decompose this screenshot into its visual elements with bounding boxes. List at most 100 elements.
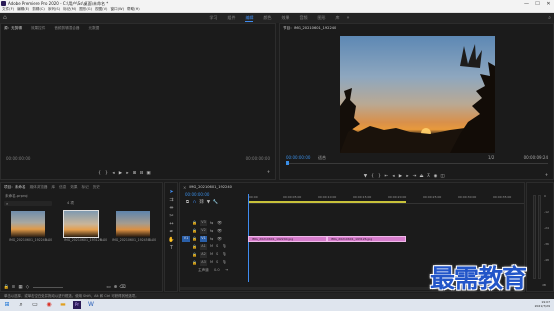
add-button-icon[interactable]: + [543, 172, 550, 179]
trash-icon[interactable]: ⌫ [119, 284, 126, 291]
workspace-audio[interactable]: 音频 [299, 15, 307, 21]
program-scrub-bar[interactable] [286, 163, 548, 164]
workspace-editing[interactable]: 编辑 [245, 15, 254, 22]
eye-icon[interactable]: 👁 [217, 236, 222, 241]
project-search-input[interactable] [4, 201, 52, 206]
file-explorer-icon[interactable]: ▬ [59, 301, 67, 309]
settings-wrench-icon[interactable]: 🔧 [212, 199, 219, 206]
insert-icon[interactable]: ⊞ [131, 170, 138, 177]
add-button-icon[interactable]: + [265, 169, 272, 176]
track-label[interactable]: V3 [200, 220, 207, 226]
ripple-edit-tool-icon[interactable]: ⇹ [167, 205, 176, 212]
mark-out-icon[interactable]: } [376, 173, 383, 180]
track-lock-icon[interactable]: 🔒 [192, 252, 197, 257]
chrome-icon[interactable]: ◉ [45, 301, 53, 309]
mark-in-icon[interactable]: { [96, 170, 103, 177]
maximize-button[interactable]: ☐ [532, 0, 543, 7]
go-to-end-icon[interactable]: ⇥ [225, 268, 228, 272]
sync-lock-icon[interactable]: ⇆ [210, 236, 213, 241]
workspace-assembly[interactable]: 组件 [227, 15, 235, 21]
master-volume-value[interactable]: 0.0 [214, 268, 220, 272]
tab-info[interactable]: 信息 [59, 185, 66, 190]
tab-project[interactable]: 项目：未命名 [4, 185, 26, 190]
step-back-icon[interactable]: ◂ [390, 173, 397, 180]
search-icon[interactable]: ⌕ [17, 301, 25, 309]
tab-effect-controls[interactable]: 效果控件 [31, 26, 45, 31]
play-icon[interactable]: ▶ [117, 170, 124, 177]
menu-clip[interactable]: 剪辑(C) [32, 7, 45, 12]
go-to-out-icon[interactable]: ⇥ [411, 173, 418, 180]
step-forward-icon[interactable]: ▸ [404, 173, 411, 180]
solo-button[interactable]: S [216, 260, 218, 264]
timeline-clip[interactable]: IMG_20210601_193126.jpg [327, 236, 406, 242]
zoom-slider[interactable] [33, 286, 63, 288]
source-patch[interactable]: V1 [182, 236, 190, 242]
razor-tool-icon[interactable]: ✂ [167, 213, 176, 220]
extract-icon[interactable]: ⊼ [425, 173, 432, 180]
freeform-view-icon[interactable]: ◇ [24, 284, 31, 291]
workspace-learn[interactable]: 学习 [209, 15, 217, 21]
media-thumbnail[interactable] [11, 211, 45, 237]
snap-icon[interactable]: ∩ [191, 199, 198, 206]
close-tab-icon[interactable]: × [183, 185, 186, 190]
tab-metadata[interactable]: 元数据 [89, 26, 100, 31]
mark-out-icon[interactable]: } [103, 170, 110, 177]
overwrite-icon[interactable]: ⊟ [138, 170, 145, 177]
tab-markers[interactable]: 标记 [82, 185, 89, 190]
microphone-icon[interactable]: 🎙 [222, 244, 227, 248]
minimize-button[interactable]: — [521, 0, 532, 7]
tab-sequence[interactable]: IMG_20210601_192240 [189, 185, 232, 189]
menu-graphics[interactable]: 图形(G) [79, 7, 92, 12]
tab-program[interactable]: 节目：IMG_20210601_192240 [283, 26, 336, 31]
timeline-ruler[interactable]: :00:00 00:00:05:00 00:00:10:00 00:00:15:… [248, 194, 524, 204]
mute-button[interactable]: M [210, 260, 213, 264]
mark-in-icon[interactable]: { [369, 173, 376, 180]
media-thumbnail[interactable] [116, 211, 150, 237]
mute-button[interactable]: M [210, 244, 213, 248]
source-timecode[interactable]: 00:00:00:00 [6, 156, 30, 161]
track-lock-icon[interactable]: 🔒 [192, 244, 197, 249]
menu-edit[interactable]: 编辑(E) [17, 7, 29, 12]
tab-source[interactable]: 源：无剪辑 [4, 26, 22, 31]
tab-libraries[interactable]: 库 [52, 185, 56, 190]
program-timecode[interactable]: 00:00:00:00 [286, 155, 310, 160]
step-forward-icon[interactable]: ▸ [124, 170, 131, 177]
new-item-icon[interactable]: ⊕ [112, 284, 119, 291]
marker-icon[interactable]: ▼ [362, 173, 369, 180]
menu-window[interactable]: 窗口(W) [110, 7, 124, 12]
media-thumbnail[interactable] [63, 210, 99, 238]
workspace-graphics[interactable]: 图形 [317, 15, 325, 21]
timeline-timecode[interactable]: 00:00:00:00 [185, 192, 209, 197]
type-tool-icon[interactable]: T [167, 245, 176, 252]
timeline-clip[interactable]: IMG_20210601_192240.jpg [248, 236, 327, 242]
eye-icon[interactable]: 👁 [217, 228, 222, 233]
mute-button[interactable]: M [210, 252, 213, 256]
lock-icon[interactable]: 🔒 [3, 284, 10, 291]
hand-tool-icon[interactable]: ✋ [167, 237, 176, 244]
pen-tool-icon[interactable]: ✒ [167, 229, 176, 236]
eye-icon[interactable]: 👁 [217, 220, 222, 225]
resolution-dropdown[interactable]: 1/2 [488, 155, 494, 160]
track-label[interactable]: V1 [200, 236, 207, 242]
premiere-pro-icon[interactable]: Pr [73, 301, 81, 309]
tab-audio-clip-mixer[interactable]: 音频剪辑混合器 [54, 26, 79, 31]
close-button[interactable]: ✕ [543, 0, 554, 7]
export-frame-icon[interactable]: ▣ [145, 170, 152, 177]
track-lock-icon[interactable]: 🔒 [192, 228, 197, 233]
microphone-icon[interactable]: 🎙 [222, 260, 227, 264]
track-label[interactable]: A3 [200, 260, 207, 266]
nest-icon[interactable]: ⧉ [184, 199, 191, 206]
lift-icon[interactable]: ⏏ [418, 173, 425, 180]
slip-tool-icon[interactable]: ↔ [167, 221, 176, 228]
menu-file[interactable]: 文件(F) [2, 7, 14, 12]
sync-lock-icon[interactable]: ⇆ [210, 220, 213, 225]
list-view-icon[interactable]: ≡ [10, 284, 17, 291]
track-lock-icon[interactable]: 🔒 [192, 260, 197, 265]
menu-help[interactable]: 帮助(H) [127, 7, 140, 12]
system-clock[interactable]: 19:07 2021/7/29 [535, 300, 550, 308]
track-label[interactable]: A1 [200, 244, 207, 250]
word-icon[interactable]: W [87, 301, 95, 309]
track-lock-icon[interactable]: 🔒 [192, 220, 197, 225]
menu-marker[interactable]: 标记(M) [63, 7, 76, 12]
step-back-icon[interactable]: ◂ [110, 170, 117, 177]
